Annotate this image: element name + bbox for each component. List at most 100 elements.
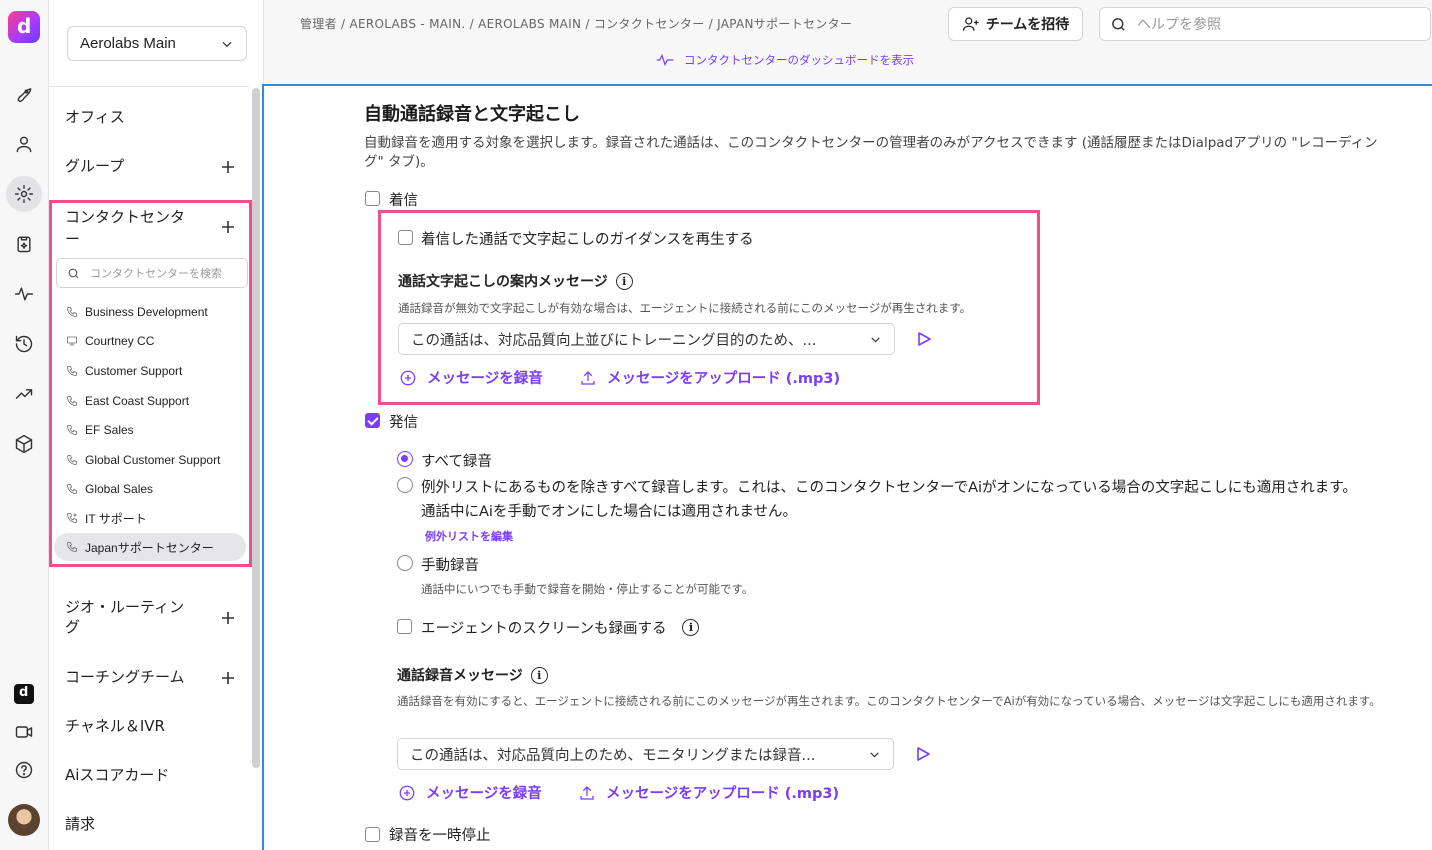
cc-item-global-sales[interactable]: Global Sales bbox=[66, 478, 153, 500]
phone-icon bbox=[67, 542, 77, 552]
user-avatar[interactable] bbox=[8, 804, 40, 836]
dialpad-logo[interactable]: d bbox=[8, 11, 40, 43]
add-person-icon bbox=[962, 17, 979, 31]
phone-icon bbox=[67, 484, 77, 494]
add-group-plus-icon[interactable] bbox=[220, 159, 236, 175]
record-message-button[interactable]: メッセージを録音 bbox=[399, 367, 543, 388]
info-icon[interactable]: i bbox=[530, 666, 548, 684]
info-icon[interactable]: i bbox=[615, 272, 633, 290]
record-all-radio[interactable] bbox=[397, 451, 413, 467]
sidebar-item-billing[interactable]: 請求 bbox=[65, 814, 245, 834]
sidebar: Aerolabs Main オフィス グループ コンタクトセンター コンタクトセ… bbox=[49, 0, 264, 850]
upload-message-button[interactable]: メッセージをアップロード (.mp3) bbox=[579, 367, 840, 388]
help-circle-icon[interactable] bbox=[10, 756, 38, 784]
phone-icon bbox=[67, 366, 77, 376]
gear-icon[interactable] bbox=[6, 176, 42, 212]
phone-icon bbox=[67, 425, 77, 435]
record-except-label-line2: 通話中にAiを手動でオンにした場合には適用されません。 bbox=[421, 504, 798, 520]
upload-icon bbox=[580, 785, 594, 800]
sidebar-item-contact-center[interactable]: コンタクトセンター bbox=[65, 206, 185, 250]
sidebar-item-office[interactable]: オフィス bbox=[65, 107, 245, 127]
invite-team-button[interactable]: チームを招待 bbox=[948, 7, 1083, 41]
manual-record-desc: 通話中にいつでも手動で録音を開始・停止することが可能です。 bbox=[421, 582, 754, 596]
search-icon bbox=[1112, 17, 1125, 31]
history-icon[interactable] bbox=[10, 330, 38, 358]
recording-message-title: 通話録音メッセージ i bbox=[397, 665, 548, 685]
main-panel: 自動通話録音と文字起こし 自動録音を適用する対象を選択します。録音された通話は、… bbox=[262, 84, 1432, 850]
cube-icon[interactable] bbox=[10, 430, 38, 458]
incoming-checkbox[interactable] bbox=[365, 191, 380, 206]
workspace-selector[interactable]: Aerolabs Main bbox=[67, 26, 247, 61]
play-icon[interactable] bbox=[916, 331, 932, 347]
breadcrumb[interactable]: 管理者 / AEROLABS - MAIN. / AEROLABS MAIN /… bbox=[300, 15, 852, 32]
recording-message-select[interactable]: この通話は、対応品質向上のため、モニタリングまたは録音... bbox=[397, 738, 894, 770]
chevron-down-icon bbox=[870, 751, 879, 757]
record-except-label-line1: 例外リストにあるものを除きすべて録音します。これは、このコンタクトセンターでAi… bbox=[421, 480, 1357, 496]
play-icon[interactable] bbox=[915, 746, 931, 762]
icon-rail: d d bbox=[0, 0, 49, 850]
contact-center-search-input[interactable]: コンタクトセンターを検索 bbox=[56, 258, 248, 288]
page-title: 自動通話録音と文字起こし bbox=[364, 104, 580, 125]
record-except-radio[interactable] bbox=[397, 477, 413, 493]
page-description: 自動録音を適用する対象を選択します。録音された通話は、このコンタクトセンターの管… bbox=[364, 135, 1378, 170]
sidebar-item-groups[interactable]: グループ bbox=[65, 156, 245, 176]
phone-icon bbox=[67, 307, 77, 317]
cc-item-global-customer-support[interactable]: Global Customer Support bbox=[66, 449, 220, 471]
outgoing-checkbox[interactable] bbox=[365, 413, 380, 428]
pause-recording-label: 録音を一時停止 bbox=[389, 828, 491, 844]
screen-record-checkbox[interactable] bbox=[397, 619, 412, 634]
plus-circle-icon bbox=[400, 370, 416, 385]
phone-gear-icon bbox=[67, 513, 77, 523]
pause-recording-checkbox[interactable] bbox=[365, 827, 380, 842]
chevron-down-icon bbox=[222, 41, 232, 47]
sidebar-item-geo-routing[interactable]: ジオ・ルーティング bbox=[65, 597, 195, 637]
activity-icon[interactable] bbox=[10, 280, 38, 308]
record-message-button-2[interactable]: メッセージを録音 bbox=[398, 782, 542, 803]
guidance-label: 着信した通話で文字起こしのガイダンスを再生する bbox=[421, 232, 754, 248]
sidebar-item-ai-scorecard[interactable]: Aiスコアカード bbox=[65, 765, 245, 785]
edit-exception-list-link[interactable]: 例外リストを編集 bbox=[425, 528, 513, 544]
sidebar-item-coaching-team[interactable]: コーチングチーム bbox=[65, 667, 245, 687]
help-search-input[interactable]: ヘルプを参照 bbox=[1099, 7, 1431, 41]
person-icon[interactable] bbox=[10, 130, 38, 158]
recording-message-desc: 通話録音を有効にすると、エージェントに接続される前にこのメッセージが再生されます… bbox=[397, 694, 1381, 708]
divider bbox=[49, 86, 249, 87]
upload-message-button-2[interactable]: メッセージをアップロード (.mp3) bbox=[578, 782, 839, 803]
manual-record-radio[interactable] bbox=[397, 555, 413, 571]
guidance-checkbox[interactable] bbox=[398, 230, 413, 245]
monitor-icon bbox=[67, 336, 77, 346]
record-all-label: すべて録音 bbox=[421, 454, 492, 470]
top-header: 管理者 / AEROLABS - MAIN. / AEROLABS MAIN /… bbox=[264, 0, 1432, 84]
rocket-icon[interactable] bbox=[10, 80, 38, 108]
transcription-message-title: 通話文字起こしの案内メッセージ i bbox=[398, 271, 633, 291]
clipboard-sparkle-icon[interactable] bbox=[10, 230, 38, 258]
cc-item-courtney-cc[interactable]: Courtney CC bbox=[66, 330, 154, 352]
video-icon[interactable] bbox=[10, 718, 38, 746]
cc-item-east-coast-support[interactable]: East Coast Support bbox=[66, 390, 189, 412]
add-contact-center-plus-icon[interactable] bbox=[220, 219, 236, 235]
phone-icon bbox=[67, 396, 77, 406]
activity-icon bbox=[656, 53, 674, 67]
incoming-label: 着信 bbox=[389, 193, 418, 209]
cc-item-it-support[interactable]: IT サポート bbox=[66, 507, 147, 529]
add-coaching-team-plus-icon[interactable] bbox=[220, 670, 236, 686]
screen-record-label: エージェントのスクリーンも録画する i bbox=[421, 617, 700, 638]
dashboard-link[interactable]: コンタクトセンターのダッシュボードを表示 bbox=[656, 52, 914, 68]
add-geo-routing-plus-icon[interactable] bbox=[220, 610, 236, 626]
dialpad-app-icon[interactable]: d bbox=[14, 684, 34, 704]
phone-icon bbox=[67, 455, 77, 465]
sidebar-item-channels-ivr[interactable]: チャネル＆IVR bbox=[65, 716, 245, 736]
cc-item-ef-sales[interactable]: EF Sales bbox=[66, 419, 134, 441]
contact-center-section: コンタクトセンター コンタクトセンターを検索 Business Developm… bbox=[49, 200, 252, 567]
plus-circle-icon bbox=[399, 785, 415, 800]
trending-up-icon[interactable] bbox=[10, 380, 38, 408]
transcription-message-select[interactable]: この通話は、対応品質向上並びにトレーニング目的のため、... bbox=[398, 323, 895, 355]
transcription-message-desc: 通話録音が無効で文字起こしが有効な場合は、エージェントに接続される前にこのメッセ… bbox=[398, 301, 972, 315]
sidebar-scrollbar[interactable] bbox=[252, 88, 260, 768]
cc-item-japan-support-center[interactable]: Japanサポートセンター bbox=[54, 533, 246, 561]
incoming-transcription-section: 着信した通話で文字起こしのガイダンスを再生する 通話文字起こしの案内メッセージ … bbox=[378, 210, 1040, 405]
info-icon[interactable]: i bbox=[682, 619, 700, 636]
chevron-down-icon bbox=[871, 336, 880, 342]
cc-item-customer-support[interactable]: Customer Support bbox=[66, 360, 182, 382]
cc-item-business-development[interactable]: Business Development bbox=[66, 301, 208, 323]
